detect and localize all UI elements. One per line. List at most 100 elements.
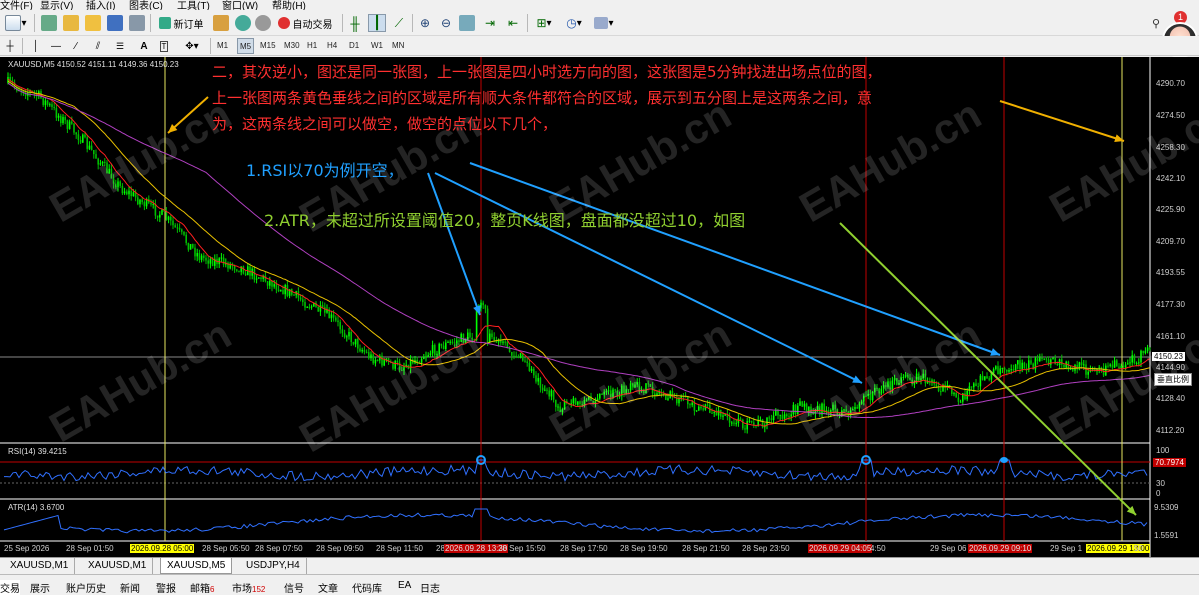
fibonacci-button[interactable]: ☰ xyxy=(112,37,128,55)
tf-m1[interactable]: M1 xyxy=(215,38,230,54)
channel-button[interactable]: ⫽ xyxy=(90,37,106,55)
terminal-tab[interactable]: 警报 xyxy=(156,580,176,595)
metaeditor-button[interactable] xyxy=(212,14,230,32)
candle-body xyxy=(748,420,751,422)
candle-body xyxy=(209,258,212,264)
tf-w1[interactable]: W1 xyxy=(369,38,385,54)
market-watch-button[interactable] xyxy=(40,14,58,32)
candlestick-button[interactable]: ┃ xyxy=(368,14,386,32)
tf-m30[interactable]: M30 xyxy=(282,38,302,54)
time-tick: 28 Sep 21:50 xyxy=(682,544,730,553)
menu-file[interactable]: 文件(F) xyxy=(0,0,33,10)
candle-body xyxy=(977,386,979,388)
candle-body xyxy=(775,410,777,416)
terminal-tab[interactable]: 展示 xyxy=(30,580,50,595)
candle-body xyxy=(940,391,942,393)
candle-body xyxy=(258,277,260,279)
menu-view[interactable]: 显示(V) xyxy=(40,0,73,10)
terminal-tab[interactable]: 新闻 xyxy=(120,580,140,595)
indicators-button[interactable]: ⊞ ▾ xyxy=(531,14,557,32)
candle-body xyxy=(42,98,44,106)
horizontal-line-button[interactable]: — xyxy=(48,37,64,55)
terminal-tab-label: 交易 xyxy=(0,584,20,595)
candle-body xyxy=(167,216,170,220)
terminal-tab[interactable]: EA xyxy=(398,580,411,591)
text-button[interactable]: A xyxy=(136,37,152,55)
zoom-in-icon: ⊕ xyxy=(419,16,431,30)
terminal-tab[interactable]: 市场152 xyxy=(232,580,265,595)
candle-body xyxy=(475,309,478,340)
menu-tools[interactable]: 工具(T) xyxy=(177,0,210,10)
terminal-tabs: 交易 展示 账户历史 新闻 警报 邮箱6 市场152 信号 文章 代码库 EA 日志 xyxy=(0,574,1199,595)
terminal-tab-label: 展示 xyxy=(30,584,50,595)
auto-trading-button[interactable]: 自动交易 xyxy=(274,14,336,32)
menu-charts[interactable]: 图表(C) xyxy=(129,0,163,10)
candle-body xyxy=(321,305,324,308)
line-chart-button[interactable]: ⟋ xyxy=(390,14,408,32)
label-button[interactable]: T xyxy=(156,37,172,55)
periods-button[interactable]: ◷ ▾ xyxy=(561,14,587,32)
chart-tab[interactable]: XAUUSD,M1 xyxy=(4,558,76,574)
candle-body xyxy=(970,386,973,388)
candle-body xyxy=(779,414,781,416)
data-window-button[interactable] xyxy=(62,14,80,32)
chart-shift-button[interactable]: ⇤ xyxy=(504,14,522,32)
chart-tab[interactable]: XAUUSD,M1 xyxy=(82,558,154,574)
crosshair-button[interactable]: ┼ xyxy=(2,37,18,55)
terminal-tab[interactable]: 账户历史 xyxy=(66,580,106,595)
tf-m15[interactable]: M15 xyxy=(258,38,278,54)
candle-body xyxy=(178,227,181,230)
chart-tab-active[interactable]: XAUUSD,M5 xyxy=(160,558,233,574)
tester-button[interactable] xyxy=(128,14,146,32)
bar-chart-button[interactable]: ╫ xyxy=(346,14,364,32)
candle-body xyxy=(275,284,278,290)
candle-body xyxy=(997,366,999,375)
tf-d1[interactable]: D1 xyxy=(347,38,361,54)
terminal-tab[interactable]: 邮箱6 xyxy=(190,580,214,595)
candle-body xyxy=(165,211,168,220)
menu-bar: 文件(F) 显示(V) 插入(I) 图表(C) 工具(T) 窗口(W) 帮助(H… xyxy=(0,0,1199,10)
candle-body xyxy=(768,417,770,419)
tf-h4[interactable]: H4 xyxy=(325,38,339,54)
candle-body xyxy=(951,386,953,394)
auto-trading-label: 自动交易 xyxy=(292,19,333,31)
candle-body xyxy=(324,307,326,313)
zoom-out-button[interactable]: ⊖ xyxy=(437,14,455,32)
terminal-tab[interactable]: 交易 xyxy=(0,580,20,595)
tile-windows-button[interactable] xyxy=(458,14,476,32)
terminal-tab[interactable]: 文章 xyxy=(318,580,338,595)
globe-icon xyxy=(235,15,251,31)
y-tick: 4209.70 xyxy=(1156,237,1185,246)
trendline-button[interactable]: ∕ xyxy=(68,37,84,55)
terminal-tab[interactable]: 信号 xyxy=(284,580,304,595)
tf-h1[interactable]: H1 xyxy=(305,38,319,54)
new-order-button[interactable]: 新订单 xyxy=(155,14,207,32)
terminal-tab-label: EA xyxy=(398,580,412,591)
terminal-tab[interactable]: 代码库 xyxy=(352,580,382,595)
candle-body xyxy=(1045,358,1048,360)
templates-button[interactable]: ▾ xyxy=(591,14,617,32)
menu-insert[interactable]: 插入(I) xyxy=(86,0,115,10)
chart-tab[interactable]: USDJPY,H4 xyxy=(240,558,307,574)
zoom-in-button[interactable]: ⊕ xyxy=(416,14,434,32)
terminal-button[interactable] xyxy=(106,14,124,32)
menu-window[interactable]: 窗口(W) xyxy=(222,0,258,10)
tf-mn[interactable]: MN xyxy=(390,38,406,54)
terminal-tab[interactable]: 日志 xyxy=(420,580,440,595)
tf-m5[interactable]: M5 xyxy=(237,38,255,54)
candle-body xyxy=(185,234,187,243)
search-button[interactable]: ⚲ xyxy=(1148,14,1164,32)
vps-button[interactable] xyxy=(234,14,252,32)
candle-body xyxy=(1109,364,1111,366)
shapes-button[interactable]: ✥ ▾ xyxy=(180,37,204,55)
menu-help[interactable]: 帮助(H) xyxy=(272,0,306,10)
signals-button[interactable] xyxy=(254,14,272,32)
terminal-icon xyxy=(107,15,123,31)
templates-icon xyxy=(594,17,609,29)
tile-windows-icon xyxy=(459,15,475,31)
navigator-button[interactable] xyxy=(84,14,102,32)
vertical-line-button[interactable]: │ xyxy=(28,37,44,55)
new-chart-button[interactable]: ▾ xyxy=(2,14,30,32)
chart-window[interactable]: XAUUSD,M5 4150.52 4151.11 4149.36 4150.2… xyxy=(0,57,1199,557)
autoscroll-button[interactable]: ⇥ xyxy=(481,14,499,32)
